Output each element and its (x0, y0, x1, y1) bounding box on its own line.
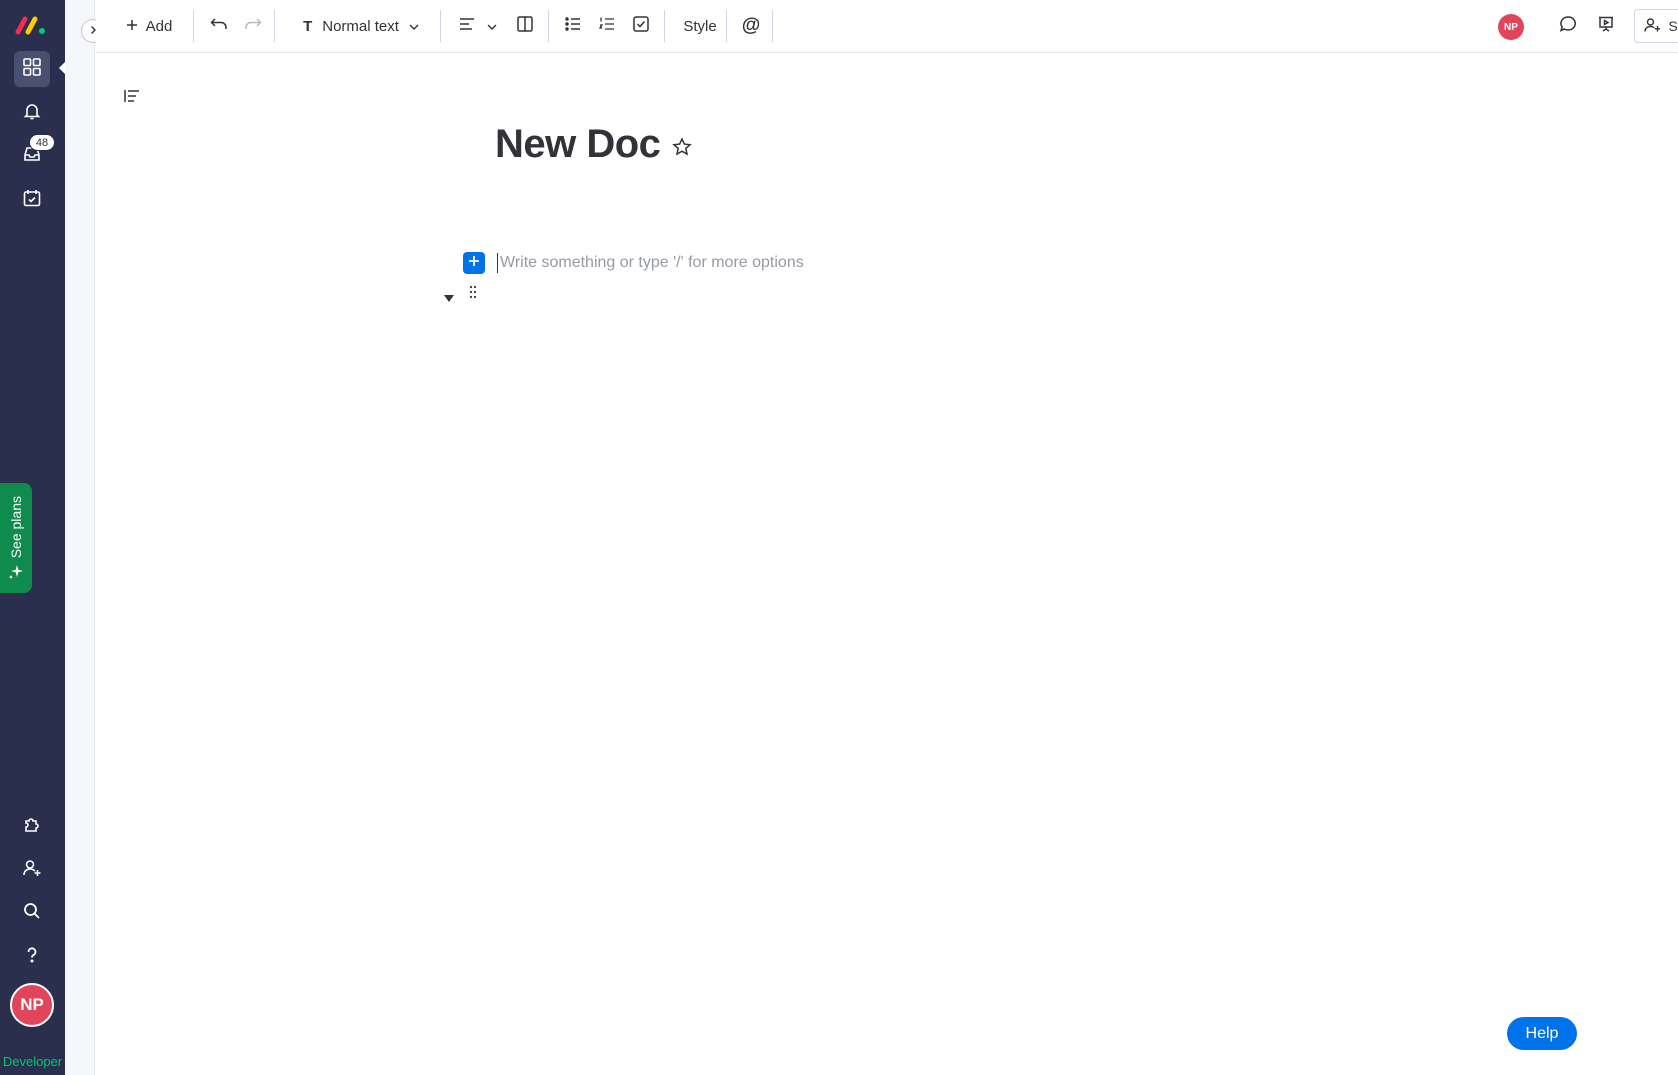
add-label: Add (145, 17, 173, 35)
grid-icon (22, 57, 42, 82)
notifications-button[interactable] (14, 95, 50, 131)
toolbar-divider (726, 10, 727, 42)
numbered-list-button[interactable] (592, 8, 622, 44)
add-user-icon (1644, 17, 1661, 36)
app-rail: 48 See plans NP Developer (0, 0, 66, 1075)
at-sign-icon: @ (741, 15, 761, 36)
toolbar-divider (274, 10, 275, 42)
alignment-dropdown[interactable] (452, 8, 504, 44)
plus-icon (126, 18, 138, 35)
style-button[interactable]: Style (674, 8, 726, 44)
undo-button[interactable] (204, 8, 234, 44)
speech-bubble-icon (1559, 15, 1577, 37)
my-work-button[interactable] (14, 182, 50, 218)
collapse-triangle-icon[interactable] (444, 289, 454, 307)
workspace-home-button[interactable] (14, 51, 50, 87)
bulleted-list-button[interactable] (558, 8, 588, 44)
sparkle-icon (8, 564, 24, 585)
editor-placeholder[interactable]: Write something or type '/' for more opt… (500, 254, 804, 272)
bullet-list-icon (565, 17, 581, 35)
columns-icon (517, 16, 533, 36)
undo-icon (210, 17, 228, 35)
redo-icon (244, 17, 262, 35)
align-left-icon (459, 17, 475, 35)
developer-label: Developer (2, 1054, 63, 1069)
text-cursor (497, 253, 498, 273)
toolbar-divider (664, 10, 665, 42)
help-center-button[interactable] (14, 939, 50, 975)
apps-button[interactable] (14, 808, 50, 844)
share-button[interactable]: Share (1634, 9, 1678, 43)
monday-logo[interactable] (14, 12, 50, 38)
doc-toolbar: Add T Normal text Style @ NP S (96, 0, 1678, 53)
drag-handle-icon[interactable] (469, 285, 477, 304)
add-button[interactable]: Add (116, 8, 182, 44)
checkbox-icon (633, 16, 649, 36)
invite-members-button[interactable] (14, 852, 50, 888)
question-mark-icon (22, 945, 42, 970)
style-label: Style (683, 17, 717, 35)
search-button[interactable] (14, 895, 50, 931)
search-icon (22, 901, 42, 926)
text-type-icon: T (303, 17, 313, 35)
chevron-down-icon (409, 18, 419, 35)
see-plans-button[interactable]: See plans (0, 483, 32, 593)
table-of-contents-icon[interactable] (124, 89, 140, 108)
present-button[interactable] (1591, 8, 1621, 44)
text-style-dropdown[interactable]: T Normal text (294, 8, 428, 44)
add-block-button[interactable] (463, 252, 485, 274)
toolbar-divider (440, 10, 441, 42)
collaborator-avatar[interactable]: NP (1498, 14, 1524, 40)
layout-button[interactable] (510, 8, 540, 44)
add-user-icon (22, 858, 42, 883)
inbox-count-badge: 48 (29, 134, 55, 151)
redo-button[interactable] (238, 8, 268, 44)
plus-icon (468, 254, 480, 272)
toolbar-divider (193, 10, 194, 42)
doc-title[interactable]: New Doc (495, 122, 661, 167)
chevron-down-icon (487, 18, 497, 35)
mention-button[interactable]: @ (734, 8, 768, 44)
toolbar-divider (548, 10, 549, 42)
bell-icon (22, 101, 42, 126)
checklist-button[interactable] (626, 8, 656, 44)
comments-button[interactable] (1553, 8, 1583, 44)
text-style-label: Normal text (322, 17, 399, 35)
help-button[interactable]: Help (1507, 1017, 1577, 1050)
share-label: Share (1668, 18, 1678, 34)
numbered-list-icon (598, 16, 615, 36)
side-panel-strip (65, 0, 95, 1075)
see-plans-label: See plans (8, 495, 24, 558)
puzzle-icon (22, 814, 42, 839)
user-avatar[interactable]: NP (10, 983, 54, 1027)
toolbar-divider (772, 10, 773, 42)
calendar-check-icon (22, 188, 42, 213)
presentation-icon (1597, 15, 1615, 37)
star-icon[interactable] (672, 137, 692, 162)
